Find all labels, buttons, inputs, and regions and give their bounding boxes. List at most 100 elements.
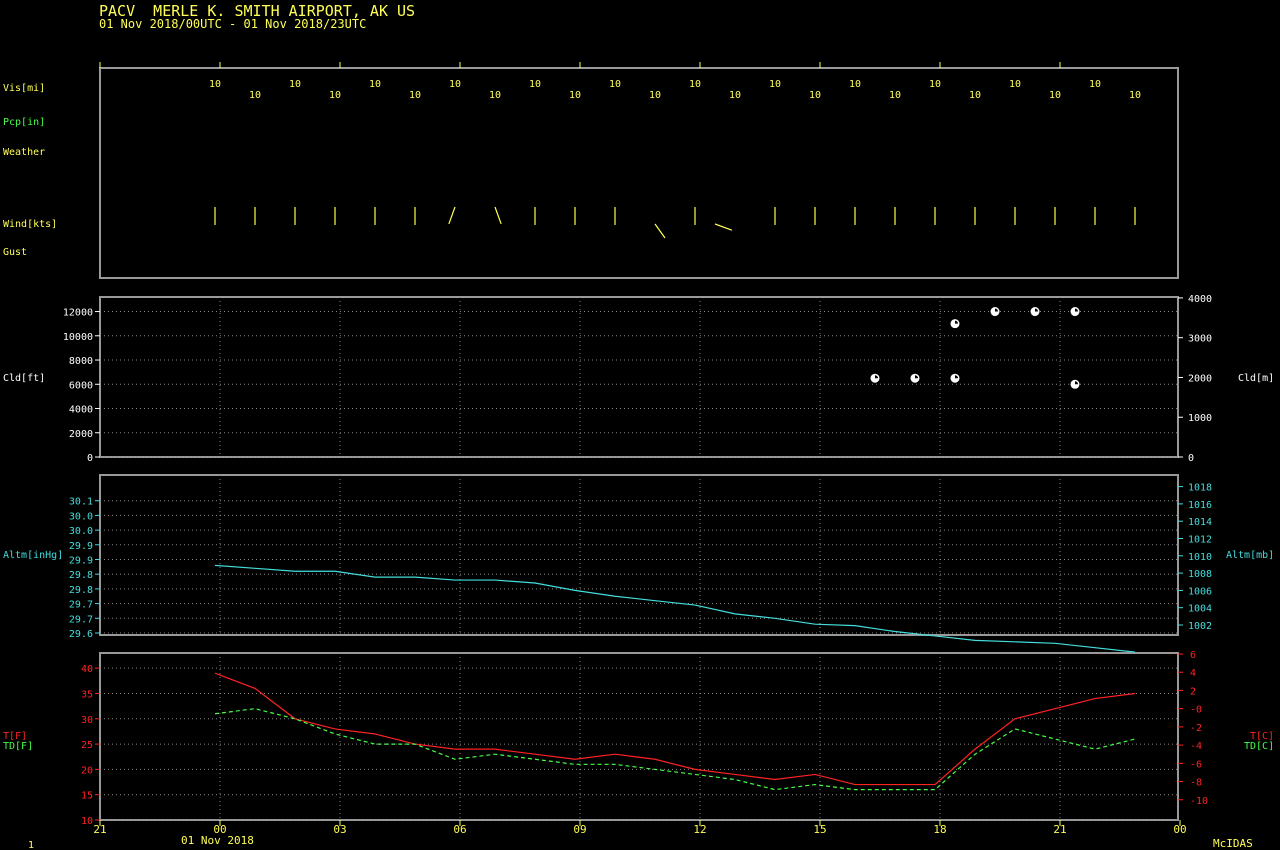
- y2-tick-label: 1016: [1188, 500, 1212, 511]
- axis-label: Altm[inHg]: [3, 550, 63, 561]
- wind-barb: [448, 206, 456, 225]
- y-tick-label: 29.6: [69, 629, 93, 640]
- y2-tick-label: -10: [1190, 796, 1208, 807]
- row-label: Pcp[in]: [3, 117, 45, 128]
- visibility-value: 10: [769, 79, 781, 90]
- y-tick-label: 4000: [69, 405, 93, 416]
- row-label: Wind[kts]: [3, 219, 57, 230]
- visibility-value: 10: [209, 79, 221, 90]
- y2-tick-label: -4: [1190, 741, 1202, 752]
- temperature-series-line: [214, 672, 1136, 786]
- y2-tick-label: 1018: [1188, 483, 1212, 494]
- row-label: Vis[mi]: [3, 83, 45, 94]
- visibility-value: 10: [1129, 90, 1141, 101]
- visibility-value: 10: [729, 90, 741, 101]
- y-tick-label: 40: [81, 664, 93, 675]
- axis-label: TD[F]: [3, 741, 33, 752]
- y2-tick-label: -8: [1190, 778, 1202, 789]
- row-label: Gust: [3, 247, 27, 258]
- footer-date: 01 Nov 2018: [181, 834, 254, 847]
- visibility-value: 10: [329, 90, 341, 101]
- y2-tick-label: 2000: [1188, 373, 1212, 384]
- panel-frame-1: [99, 67, 1179, 279]
- y2-tick-label: 6: [1190, 650, 1196, 661]
- y-tick-label: 10: [81, 816, 93, 827]
- visibility-value: 10: [289, 79, 301, 90]
- visibility-value: 10: [249, 90, 261, 101]
- altimeter-series-line: [214, 564, 1136, 653]
- y-tick-label: 8000: [69, 356, 93, 367]
- wind-barb: [494, 206, 502, 225]
- y2-tick-label: 3000: [1188, 334, 1212, 345]
- y-tick-label: 29.7: [69, 600, 93, 611]
- meteogram-chart: Vis[mi]Pcp[in]WeatherWind[kts]Gust101010…: [3, 62, 1274, 850]
- visibility-value: 10: [849, 79, 861, 90]
- y2-tick-label: 1000: [1188, 413, 1212, 424]
- y-tick-label: 30.1: [69, 497, 93, 508]
- row-label: Weather: [3, 147, 45, 158]
- y-tick-label: 30.0: [69, 526, 93, 537]
- visibility-value: 10: [569, 90, 581, 101]
- y2-tick-label: 1014: [1188, 517, 1212, 528]
- visibility-value: 10: [529, 79, 541, 90]
- mcidas-brand: McIDAS: [1213, 837, 1253, 850]
- y-tick-label: 15: [81, 791, 93, 802]
- y-tick-label: 35: [81, 689, 93, 700]
- x-tick-label: 03: [333, 823, 346, 836]
- y-tick-label: 10000: [63, 332, 93, 343]
- y2-tick-label: 1002: [1188, 621, 1212, 632]
- y2-tick-label: 4000: [1188, 294, 1212, 305]
- x-tick-label: 12: [693, 823, 706, 836]
- visibility-value: 10: [969, 90, 981, 101]
- visibility-value: 10: [809, 90, 821, 101]
- visibility-value: 10: [1049, 90, 1061, 101]
- y-tick-label: 0: [87, 453, 93, 464]
- y-tick-label: 6000: [69, 380, 93, 391]
- x-tick-label: 21: [93, 823, 106, 836]
- visibility-value: 10: [449, 79, 461, 90]
- visibility-value: 10: [489, 90, 501, 101]
- visibility-value: 10: [649, 90, 661, 101]
- y2-tick-label: 1004: [1188, 604, 1212, 615]
- x-tick-label: 06: [453, 823, 466, 836]
- y2-tick-label: 1012: [1188, 535, 1212, 546]
- visibility-value: 10: [689, 79, 701, 90]
- y-tick-label: 2000: [69, 429, 93, 440]
- visibility-value: 10: [409, 90, 421, 101]
- axis-label: TD[C]: [1244, 741, 1274, 752]
- x-tick-label: 09: [573, 823, 586, 836]
- visibility-value: 10: [609, 79, 621, 90]
- panel-frame-3: [99, 474, 1179, 636]
- visibility-value: 10: [1089, 79, 1101, 90]
- y2-tick-label: 1008: [1188, 569, 1212, 580]
- y2-tick-label: 2: [1190, 686, 1196, 697]
- y2-tick-label: 1006: [1188, 586, 1212, 597]
- y-tick-label: 29.9: [69, 556, 93, 567]
- footer-number: 1: [28, 840, 34, 850]
- axis-label: Cld[m]: [1238, 373, 1274, 384]
- dewpoint-series-line: [214, 708, 1136, 791]
- x-tick-label: 15: [813, 823, 826, 836]
- y-tick-label: 29.9: [69, 541, 93, 552]
- visibility-value: 10: [1009, 79, 1021, 90]
- y-tick-label: 30: [81, 715, 93, 726]
- y2-tick-label: -6: [1190, 759, 1202, 770]
- y2-tick-label: 0: [1188, 453, 1194, 464]
- visibility-value: 10: [889, 90, 901, 101]
- y2-tick-label: -0: [1190, 705, 1202, 716]
- x-tick-label: 21: [1053, 823, 1066, 836]
- x-tick-label: 00: [1173, 823, 1186, 836]
- x-tick-label: 18: [933, 823, 946, 836]
- y2-tick-label: 1010: [1188, 552, 1212, 563]
- visibility-value: 10: [369, 79, 381, 90]
- y-tick-label: 29.7: [69, 614, 93, 625]
- y-tick-label: 29.8: [69, 585, 93, 596]
- y-tick-label: 20: [81, 765, 93, 776]
- visibility-value: 10: [929, 79, 941, 90]
- wind-barb: [714, 223, 733, 231]
- axis-label: Altm[mb]: [1226, 550, 1274, 561]
- axis-label: Cld[ft]: [3, 373, 45, 384]
- y-tick-label: 30.0: [69, 511, 93, 522]
- y2-tick-label: 4: [1190, 668, 1196, 679]
- y-tick-label: 29.8: [69, 570, 93, 581]
